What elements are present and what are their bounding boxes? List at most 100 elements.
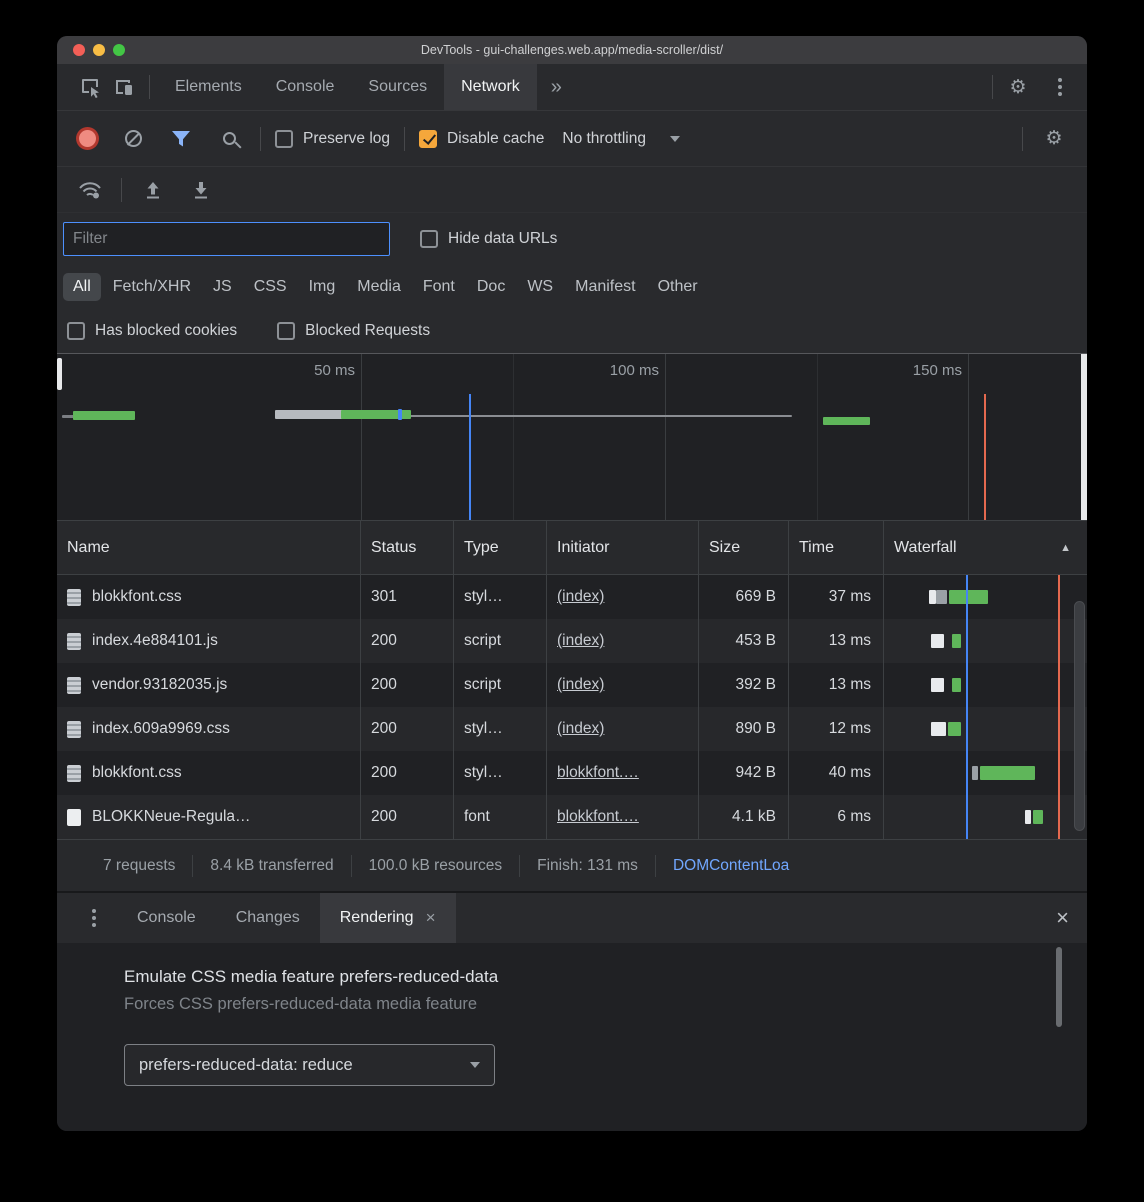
preserve-log-label: Preserve log	[303, 130, 390, 148]
column-header-status[interactable]: Status	[361, 521, 454, 574]
export-har-icon[interactable]	[184, 174, 218, 206]
clear-network-log-icon[interactable]	[116, 123, 150, 155]
preserve-log-checkbox[interactable]: Preserve log	[275, 130, 390, 148]
divider	[149, 75, 150, 99]
overview-bar	[398, 409, 402, 420]
column-header-name[interactable]: Name	[57, 521, 361, 574]
overview-handle-left[interactable]	[57, 358, 62, 390]
device-toolbar-icon[interactable]	[107, 71, 141, 103]
waterfall-bar	[1025, 810, 1031, 824]
network-overview-timeline[interactable]: 50 ms 100 ms 150 ms	[57, 353, 1087, 521]
request-name: blokkfont.css	[92, 588, 182, 606]
file-icon	[67, 633, 81, 650]
filter-pill-manifest[interactable]: Manifest	[565, 273, 645, 301]
overview-handle-right[interactable]	[1081, 354, 1087, 520]
waterfall-bar	[936, 590, 947, 604]
column-header-type[interactable]: Type	[454, 521, 547, 574]
filter-pill-css[interactable]: CSS	[244, 273, 297, 301]
divider	[351, 855, 352, 877]
initiator-link[interactable]: (index)	[557, 632, 604, 650]
disable-cache-checkbox[interactable]: Disable cache	[419, 130, 544, 148]
blocked-requests-checkbox[interactable]: Blocked Requests	[277, 322, 430, 340]
initiator-link[interactable]: (index)	[557, 676, 604, 694]
column-header-size[interactable]: Size	[699, 521, 789, 574]
table-row[interactable]: blokkfont.css 200 styl… blokkfont.… 942 …	[57, 751, 1087, 795]
hide-data-urls-checkbox[interactable]: Hide data URLs	[420, 230, 557, 248]
tab-elements[interactable]: Elements	[158, 64, 259, 110]
filter-pill-img[interactable]: Img	[299, 273, 346, 301]
tab-label: Sources	[368, 78, 427, 96]
table-row[interactable]: vendor.93182035.js 200 script (index) 39…	[57, 663, 1087, 707]
disable-cache-label: Disable cache	[447, 130, 544, 148]
requests-table: Name Status Type Initiator Size Time Wat…	[57, 521, 1087, 839]
settings-gear-icon[interactable]: ⚙	[1001, 71, 1035, 103]
transferred-size: 8.4 kB transferred	[210, 857, 333, 875]
more-tabs-icon[interactable]: »	[537, 76, 576, 99]
close-drawer-icon[interactable]: ×	[1056, 905, 1069, 931]
has-blocked-cookies-label: Has blocked cookies	[95, 322, 237, 340]
tab-console[interactable]: Console	[259, 64, 352, 110]
hide-data-urls-label: Hide data URLs	[448, 230, 557, 248]
record-network-log-button[interactable]	[79, 130, 96, 147]
divider	[519, 855, 520, 877]
network-settings-gear-icon[interactable]: ⚙	[1037, 123, 1071, 155]
import-har-icon[interactable]	[136, 174, 170, 206]
tab-network[interactable]: Network	[444, 64, 537, 110]
drawer-tab-rendering[interactable]: Rendering ×	[320, 893, 456, 943]
filter-funnel-icon[interactable]	[164, 123, 198, 155]
table-row[interactable]: blokkfont.css 301 styl… (index) 669 B 37…	[57, 575, 1087, 619]
column-header-time[interactable]: Time	[789, 521, 884, 574]
drawer-scrollbar-thumb[interactable]	[1056, 947, 1062, 1027]
table-row[interactable]: BLOKKNeue-Regula… 200 font blokkfont.… 4…	[57, 795, 1087, 839]
checkbox-box	[275, 130, 293, 148]
filter-pill-media[interactable]: Media	[347, 273, 411, 301]
inspect-element-icon[interactable]	[73, 71, 107, 103]
minimize-window-button[interactable]	[93, 44, 105, 56]
filter-pill-other[interactable]: Other	[648, 273, 708, 301]
search-icon[interactable]	[212, 123, 246, 155]
table-header: Name Status Type Initiator Size Time Wat…	[57, 521, 1087, 575]
divider	[260, 127, 261, 151]
initiator-link[interactable]: blokkfont.…	[557, 808, 639, 826]
throttling-select[interactable]: No throttling	[558, 130, 684, 148]
table-scrollbar-thumb[interactable]	[1074, 601, 1085, 831]
close-tab-icon[interactable]: ×	[426, 908, 436, 928]
filter-pill-all[interactable]: All	[63, 273, 101, 301]
main-menu-kebab-icon[interactable]	[1043, 71, 1077, 103]
drawer-tab-changes[interactable]: Changes	[216, 893, 320, 943]
drawer-menu-kebab-icon[interactable]	[83, 902, 105, 934]
load-event-marker-line	[984, 394, 986, 520]
column-header-waterfall[interactable]: Waterfall ▲	[884, 521, 1087, 574]
window-titlebar: DevTools - gui-challenges.web.app/media-…	[57, 36, 1087, 64]
sort-ascending-icon: ▲	[1060, 542, 1071, 554]
tab-label: Console	[276, 78, 335, 96]
close-window-button[interactable]	[73, 44, 85, 56]
prefers-reduced-data-select[interactable]: prefers-reduced-data: reduce	[124, 1044, 495, 1086]
request-name: index.609a9969.css	[92, 720, 230, 738]
filter-pill-doc[interactable]: Doc	[467, 273, 515, 301]
column-header-label: Waterfall	[894, 539, 957, 557]
name-cell: vendor.93182035.js	[57, 663, 361, 707]
divider	[655, 855, 656, 877]
initiator-link[interactable]: (index)	[557, 588, 604, 606]
zoom-window-button[interactable]	[113, 44, 125, 56]
column-header-initiator[interactable]: Initiator	[547, 521, 699, 574]
tab-sources[interactable]: Sources	[351, 64, 444, 110]
table-row[interactable]: index.4e884101.js 200 script (index) 453…	[57, 619, 1087, 663]
has-blocked-cookies-checkbox[interactable]: Has blocked cookies	[67, 322, 237, 340]
filter-input[interactable]	[63, 222, 390, 256]
table-row[interactable]: index.609a9969.css 200 styl… (index) 890…	[57, 707, 1087, 751]
initiator-link[interactable]: (index)	[557, 720, 604, 738]
drawer-tab-console[interactable]: Console	[117, 893, 216, 943]
network-conditions-icon[interactable]	[73, 174, 107, 206]
type-cell: styl…	[454, 751, 547, 795]
type-cell: script	[454, 663, 547, 707]
initiator-link[interactable]: blokkfont.…	[557, 764, 639, 782]
status-cell: 200	[361, 795, 454, 839]
filter-pill-fetch-xhr[interactable]: Fetch/XHR	[103, 273, 201, 301]
type-cell: script	[454, 619, 547, 663]
filter-pill-font[interactable]: Font	[413, 273, 465, 301]
filter-pill-js[interactable]: JS	[203, 273, 242, 301]
time-cell: 6 ms	[789, 795, 884, 839]
filter-pill-ws[interactable]: WS	[517, 273, 563, 301]
